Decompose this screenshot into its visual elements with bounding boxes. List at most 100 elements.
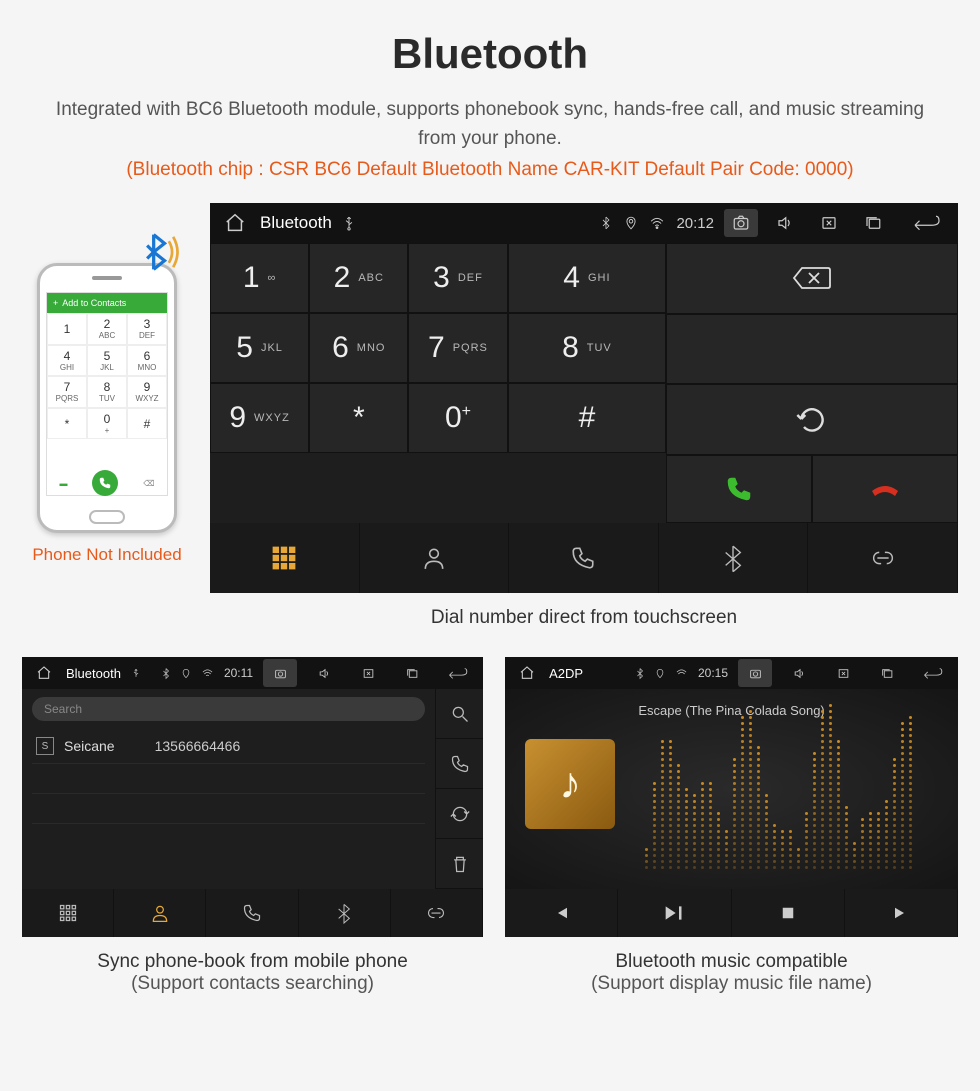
dialer-key[interactable]: 0+ bbox=[408, 383, 507, 453]
contact-row[interactable]: S Seicane 13566664466 bbox=[32, 729, 425, 764]
tab-dialer[interactable] bbox=[22, 889, 114, 937]
tab-bluetooth[interactable] bbox=[299, 889, 391, 937]
location-icon bbox=[655, 667, 665, 680]
tab-recent-calls[interactable] bbox=[206, 889, 298, 937]
dialer-key[interactable]: 5JKL bbox=[210, 313, 309, 383]
phone-key[interactable]: 2ABC bbox=[87, 313, 127, 345]
wifi-icon bbox=[201, 668, 214, 679]
location-icon bbox=[624, 214, 638, 232]
bluetooth-icon bbox=[161, 667, 171, 680]
recent-apps-icon[interactable] bbox=[395, 659, 429, 687]
status-bar: A2DP 20:15 bbox=[505, 657, 958, 689]
close-app-icon[interactable] bbox=[351, 659, 385, 687]
home-icon[interactable] bbox=[519, 665, 535, 681]
hangup-button[interactable] bbox=[812, 455, 958, 524]
play-pause-button[interactable] bbox=[618, 889, 731, 937]
search-input[interactable]: Search bbox=[32, 697, 425, 721]
backspace-button[interactable] bbox=[666, 243, 958, 314]
tab-dialer[interactable] bbox=[210, 523, 360, 593]
delete-icon[interactable] bbox=[436, 839, 483, 889]
next-track-button[interactable] bbox=[845, 889, 958, 937]
back-icon[interactable] bbox=[439, 659, 473, 687]
tab-bluetooth[interactable] bbox=[659, 523, 809, 593]
call-button[interactable] bbox=[666, 455, 812, 524]
video-call-icon: ▬ bbox=[59, 479, 67, 488]
tab-recent-calls[interactable] bbox=[509, 523, 659, 593]
app-title: Bluetooth bbox=[260, 213, 332, 233]
dialer-key[interactable]: 3DEF bbox=[408, 243, 507, 313]
phone-key[interactable]: 0+ bbox=[87, 408, 127, 440]
phone-header: +Add to Contacts bbox=[47, 293, 167, 313]
page-subtitle: Integrated with BC6 Bluetooth module, su… bbox=[40, 96, 940, 153]
music-caption: Bluetooth music compatible (Support disp… bbox=[505, 951, 958, 995]
tab-pair[interactable] bbox=[808, 523, 958, 593]
main-caption: Dial number direct from touchscreen bbox=[210, 607, 958, 629]
dialer-key[interactable]: 9WXYZ bbox=[210, 383, 309, 453]
phone-key[interactable]: * bbox=[47, 408, 87, 440]
music-note-icon: ♪ bbox=[559, 759, 581, 809]
wifi-icon bbox=[675, 668, 688, 679]
location-icon bbox=[181, 667, 191, 680]
volume-icon[interactable] bbox=[768, 209, 802, 237]
status-time: 20:12 bbox=[676, 215, 714, 232]
recent-apps-icon[interactable] bbox=[856, 209, 890, 237]
back-icon[interactable] bbox=[914, 659, 948, 687]
screenshot-icon[interactable] bbox=[263, 659, 297, 687]
phone-dial-button[interactable] bbox=[92, 470, 118, 496]
redial-button[interactable] bbox=[666, 384, 958, 455]
tab-contacts[interactable] bbox=[114, 889, 206, 937]
volume-icon[interactable] bbox=[307, 659, 341, 687]
phone-key[interactable]: # bbox=[127, 408, 167, 440]
phone-key[interactable]: 7PQRS bbox=[47, 376, 87, 408]
close-app-icon[interactable] bbox=[826, 659, 860, 687]
dialer-key[interactable]: 6MNO bbox=[309, 313, 408, 383]
music-head-unit: A2DP 20:15 Escape (The Pina Colada Song)… bbox=[505, 657, 958, 937]
app-title: A2DP bbox=[549, 666, 583, 681]
wifi-icon bbox=[648, 216, 666, 230]
backspace-icon: ⌫ bbox=[143, 479, 154, 488]
back-icon[interactable] bbox=[900, 209, 948, 237]
bluetooth-waves-icon bbox=[132, 226, 184, 278]
dialer-key[interactable]: 2ABC bbox=[309, 243, 408, 313]
recent-apps-icon[interactable] bbox=[870, 659, 904, 687]
contact-badge: S bbox=[36, 737, 54, 755]
usb-icon bbox=[342, 214, 356, 232]
phone-mockup-column: +Add to Contacts 12ABC3DEF 4GHI5JKL6MNO 7P… bbox=[22, 203, 192, 565]
prev-track-button[interactable] bbox=[505, 889, 618, 937]
dialer-key[interactable]: 8TUV bbox=[508, 313, 667, 383]
status-bar: Bluetooth 20:12 bbox=[210, 203, 958, 243]
home-icon[interactable] bbox=[224, 212, 246, 234]
call-icon[interactable] bbox=[436, 739, 483, 789]
dialer-key[interactable]: # bbox=[508, 383, 667, 453]
close-app-icon[interactable] bbox=[812, 209, 846, 237]
status-time: 20:15 bbox=[698, 666, 728, 680]
status-time: 20:11 bbox=[224, 666, 253, 680]
tab-contacts[interactable] bbox=[360, 523, 510, 593]
dialer-key[interactable]: 1∞ bbox=[210, 243, 309, 313]
stop-button[interactable] bbox=[732, 889, 845, 937]
screenshot-icon[interactable] bbox=[724, 209, 758, 237]
phone-key[interactable]: 5JKL bbox=[87, 345, 127, 377]
phone-key[interactable]: 6MNO bbox=[127, 345, 167, 377]
dialer-key[interactable]: 7PQRS bbox=[408, 313, 507, 383]
phone-key[interactable]: 4GHI bbox=[47, 345, 87, 377]
phone-key[interactable]: 8TUV bbox=[87, 376, 127, 408]
contacts-caption: Sync phone-book from mobile phone (Suppo… bbox=[22, 951, 483, 995]
contacts-head-unit: Bluetooth 20:11 Search S Seicane bbox=[22, 657, 483, 937]
screenshot-icon[interactable] bbox=[738, 659, 772, 687]
phone-key[interactable]: 9WXYZ bbox=[127, 376, 167, 408]
home-icon[interactable] bbox=[36, 665, 52, 681]
main-head-unit: Bluetooth 20:12 1∞2ABC3DEF4GHI 5JKL6MNO7P… bbox=[210, 203, 958, 593]
contact-number: 13566664466 bbox=[155, 738, 241, 754]
tab-pair[interactable] bbox=[391, 889, 483, 937]
sync-icon[interactable] bbox=[436, 789, 483, 839]
dialer-key[interactable]: * bbox=[309, 383, 408, 453]
phone-key[interactable]: 3DEF bbox=[127, 313, 167, 345]
status-bar: Bluetooth 20:11 bbox=[22, 657, 483, 689]
search-icon[interactable] bbox=[436, 689, 483, 739]
phone-key[interactable]: 1 bbox=[47, 313, 87, 345]
page-note: (Bluetooth chip : CSR BC6 Default Blueto… bbox=[0, 159, 980, 181]
volume-icon[interactable] bbox=[782, 659, 816, 687]
dialer-key[interactable]: 4GHI bbox=[508, 243, 667, 313]
track-title: Escape (The Pina Colada Song) bbox=[505, 703, 958, 718]
